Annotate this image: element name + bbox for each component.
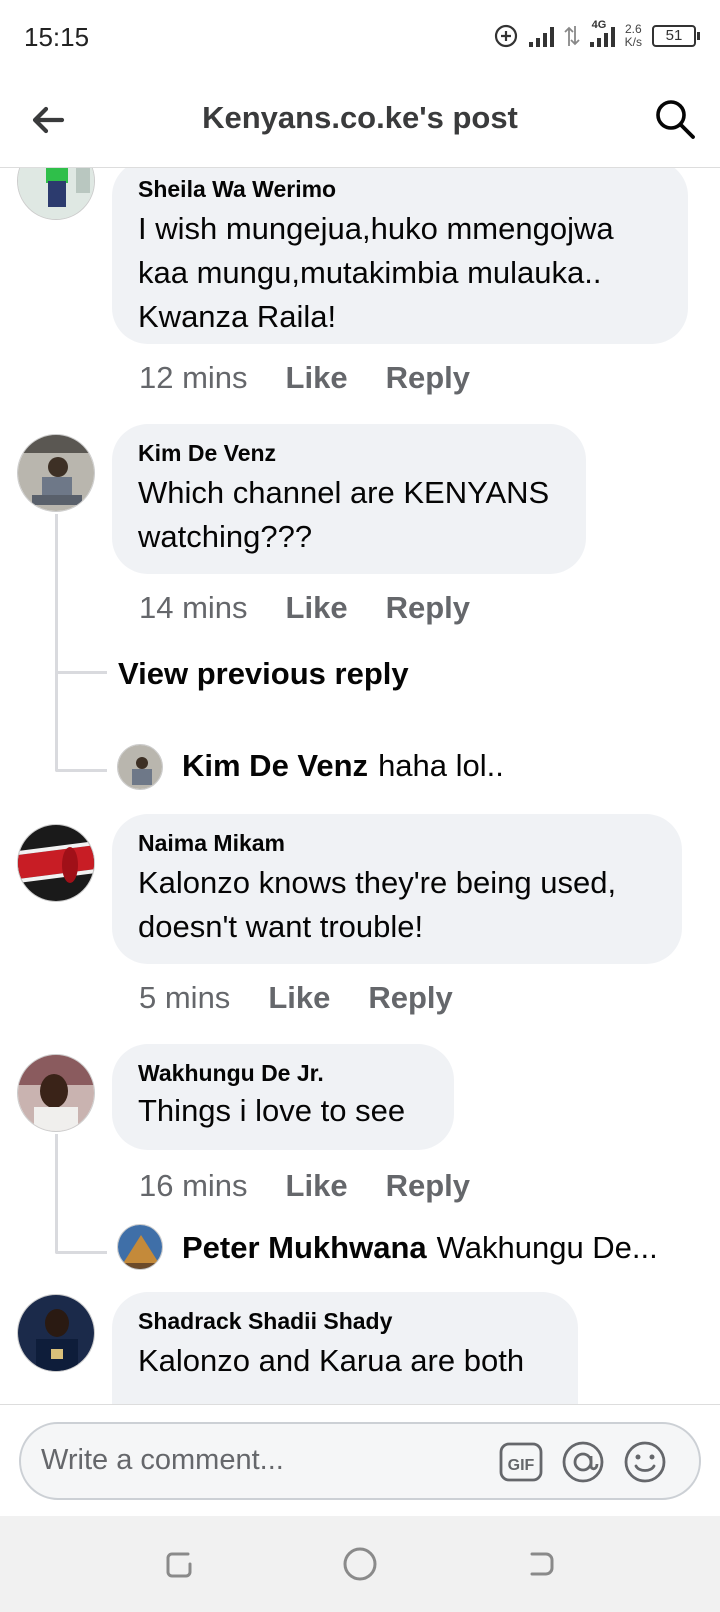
avatar[interactable]: [117, 744, 163, 790]
person-photo-icon: [18, 1055, 94, 1131]
comment-author[interactable]: Sheila Wa Werimo: [138, 176, 662, 203]
landscape-photo-icon: [118, 1225, 162, 1269]
gif-button[interactable]: GIF: [497, 1438, 545, 1486]
person-photo-icon: [18, 825, 94, 901]
comment-text-line: doesn't want trouble!: [138, 909, 424, 944]
person-photo-icon: [18, 168, 94, 219]
recent-apps-button[interactable]: [160, 1544, 200, 1584]
signal-4g-icon: 4G: [589, 19, 615, 47]
comment-text-line: Kalonzo and Karua are both: [138, 1343, 525, 1378]
status-time: 15:15: [24, 22, 90, 52]
system-nav-bar: [0, 1516, 720, 1612]
comment-text-line: watching???: [138, 519, 313, 554]
gif-label: GIF: [508, 1457, 535, 1474]
comment-text-line: Kwanza Raila!: [138, 299, 337, 334]
add-circle-icon: [493, 23, 519, 49]
comment-timestamp: 14 mins: [139, 590, 248, 625]
comment-input[interactable]: Write a comment... GIF: [19, 1422, 701, 1500]
avatar[interactable]: [17, 1294, 95, 1372]
comment-text-line: Which channel are KENYANS: [138, 475, 550, 510]
like-button[interactable]: Like: [286, 1168, 348, 1204]
speed-unit: K/s: [624, 35, 642, 49]
avatar[interactable]: [17, 824, 95, 902]
comments-list: Sheila Wa Werimo I wish mungejua,huko mm…: [0, 168, 720, 1404]
comment-text-line: kaa mungu,mutakimbia mulauka..: [138, 255, 602, 290]
comment-bubble[interactable]: Naima Mikam Kalonzo knows they're being …: [112, 814, 682, 964]
like-button[interactable]: Like: [286, 360, 348, 396]
reply-button[interactable]: Reply: [386, 360, 470, 396]
app-header: Kenyans.co.ke's post: [0, 72, 720, 168]
status-bar: 15:15 4G 2.6 K/s 51: [0, 0, 720, 72]
avatar[interactable]: [17, 434, 95, 512]
network-speed: 2.6 K/s: [625, 23, 642, 49]
comment-text-line: Things i love to see: [138, 1093, 406, 1128]
thread-connector: [55, 1134, 107, 1254]
avatar[interactable]: [17, 168, 95, 220]
person-photo-icon: [18, 1295, 94, 1371]
avatar[interactable]: [17, 1054, 95, 1132]
emoji-button[interactable]: [621, 1438, 669, 1486]
reply-button[interactable]: Reply: [386, 590, 470, 626]
reply-preview[interactable]: Peter Mukhwana Wakhungu De...: [182, 1230, 658, 1266]
person-photo-icon: [118, 745, 162, 789]
thread-connector: [55, 668, 107, 772]
home-button[interactable]: [340, 1544, 380, 1584]
gif-icon: GIF: [499, 1442, 543, 1482]
comment-bubble[interactable]: Kim De Venz Which channel are KENYANS wa…: [112, 424, 586, 574]
network-type: 4G: [591, 19, 607, 31]
at-sign-icon: [562, 1441, 604, 1483]
comment-composer: Write a comment... GIF: [0, 1404, 720, 1516]
back-nav-icon: [530, 1552, 554, 1576]
comment-bubble[interactable]: Wakhungu De Jr. Things i love to see: [112, 1044, 454, 1150]
like-button[interactable]: Like: [286, 590, 348, 626]
smiley-icon: [624, 1441, 666, 1483]
comment-timestamp: 16 mins: [139, 1168, 248, 1203]
reply-text: haha lol..: [378, 748, 504, 783]
comment-bubble[interactable]: Sheila Wa Werimo I wish mungejua,huko mm…: [112, 168, 688, 344]
reply-text: Wakhungu De...: [436, 1230, 658, 1265]
data-transfer-icon: [564, 24, 580, 48]
comment-text-line: Kalonzo knows they're being used,: [138, 865, 617, 900]
reply-button[interactable]: Reply: [386, 1168, 470, 1204]
comment-meta: 14 mins Like Reply: [139, 590, 470, 626]
search-button[interactable]: [652, 96, 698, 142]
comment-timestamp: 5 mins: [139, 980, 231, 1015]
avatar[interactable]: [117, 1224, 163, 1270]
comment-meta: 16 mins Like Reply: [139, 1168, 470, 1204]
comment-author[interactable]: Wakhungu De Jr.: [138, 1060, 428, 1087]
page-title: Kenyans.co.ke's post: [202, 100, 518, 135]
mention-button[interactable]: [559, 1438, 607, 1486]
recent-apps-icon: [166, 1552, 192, 1578]
comment-author[interactable]: Naima Mikam: [138, 830, 656, 857]
reply-button[interactable]: Reply: [368, 980, 452, 1016]
status-icons: 4G 2.6 K/s 51: [493, 18, 700, 54]
back-nav-button[interactable]: [520, 1544, 560, 1584]
comment-bubble[interactable]: Shadrack Shadii Shady Kalonzo and Karua …: [112, 1292, 578, 1404]
search-icon: [656, 100, 695, 139]
home-circle-icon: [343, 1547, 377, 1581]
comment-meta: 12 mins Like Reply: [139, 360, 470, 396]
reply-author[interactable]: Kim De Venz: [182, 748, 368, 783]
reply-preview[interactable]: Kim De Venz haha lol..: [182, 748, 504, 784]
view-previous-reply-link[interactable]: View previous reply: [118, 656, 409, 692]
signal-icon: [528, 25, 554, 47]
comment-author[interactable]: Shadrack Shadii Shady: [138, 1308, 552, 1335]
person-photo-icon: [18, 435, 94, 511]
comment-text-line: I wish mungejua,huko mmengojwa: [138, 211, 614, 246]
comment-meta: 5 mins Like Reply: [139, 980, 453, 1016]
comment-timestamp: 12 mins: [139, 360, 248, 395]
comment-placeholder: Write a comment...: [41, 1444, 284, 1476]
comment-author[interactable]: Kim De Venz: [138, 440, 560, 467]
battery-icon: 51: [652, 25, 700, 47]
reply-author[interactable]: Peter Mukhwana: [182, 1230, 427, 1265]
like-button[interactable]: Like: [268, 980, 330, 1016]
